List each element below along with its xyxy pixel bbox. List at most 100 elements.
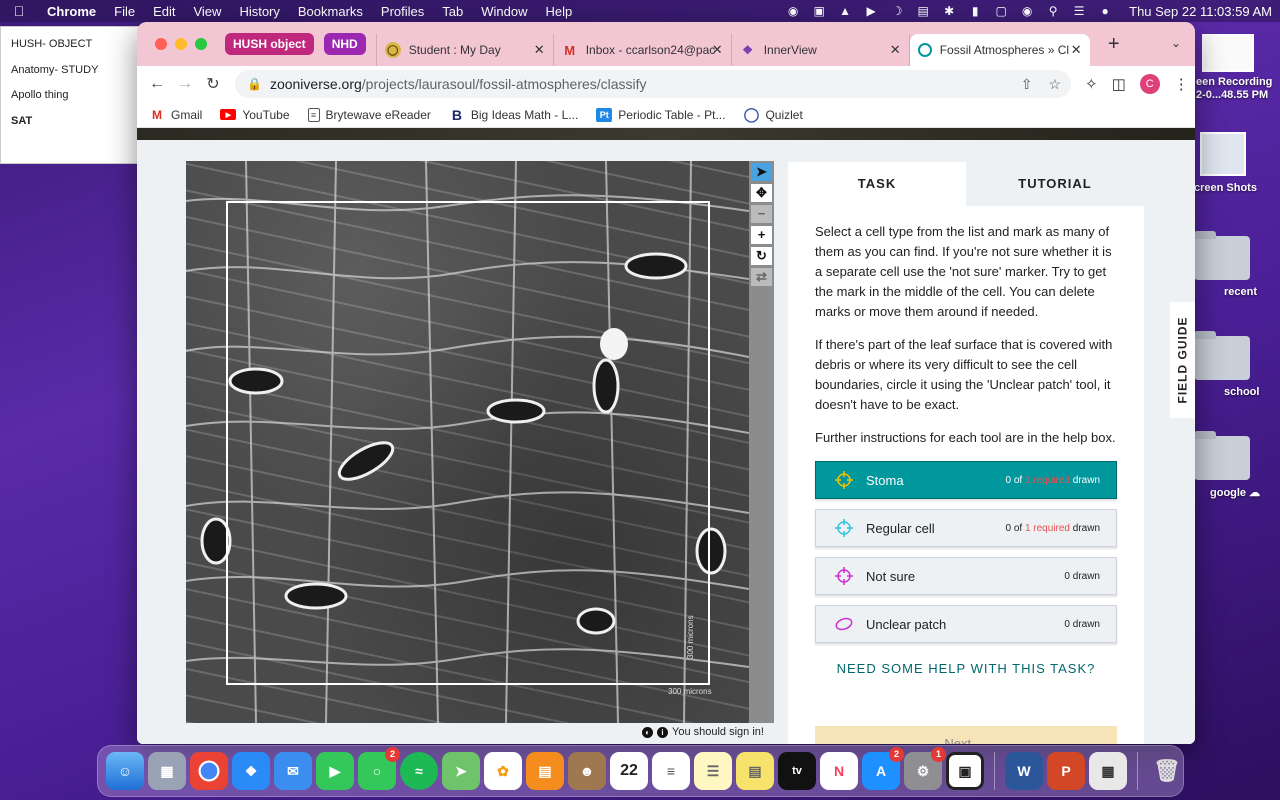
- status-calendar-icon[interactable]: ▤: [915, 4, 931, 18]
- bookmark-periodic-table[interactable]: Pt Periodic Table - Pt...: [596, 107, 725, 122]
- extensions-puzzle-icon[interactable]: ✧: [1085, 75, 1098, 93]
- close-icon[interactable]: ✕: [534, 42, 545, 58]
- reset-view-icon[interactable]: ⇄: [751, 268, 772, 286]
- powerpoint-icon[interactable]: P: [1047, 752, 1085, 790]
- reload-icon[interactable]: ↻: [199, 74, 227, 94]
- word-icon[interactable]: W: [1005, 752, 1043, 790]
- tab-group-nhd[interactable]: NHD: [323, 33, 366, 55]
- facetime-icon[interactable]: ▶: [316, 752, 354, 790]
- chrome-menu-icon[interactable]: ⋮: [1174, 75, 1189, 93]
- control-center-icon[interactable]: ☰: [1071, 4, 1087, 18]
- bookmark-youtube[interactable]: ▶ YouTube: [220, 108, 290, 122]
- status-5-icon[interactable]: ▣: [811, 4, 827, 18]
- system-preferences-icon[interactable]: ⚙ 1: [904, 747, 946, 790]
- status-a-icon[interactable]: ▲: [837, 4, 853, 18]
- zoom-in-icon[interactable]: +: [751, 226, 772, 244]
- menu-help[interactable]: Help: [537, 4, 582, 19]
- address-bar[interactable]: 🔒 zooniverse.org/projects/laurasoul/foss…: [235, 70, 1071, 98]
- zoom-window-button[interactable]: [195, 38, 207, 50]
- spotify-icon[interactable]: ≈: [400, 752, 438, 790]
- tool-regular-cell[interactable]: Regular cell 0 of 1 required drawn: [815, 509, 1117, 547]
- messages-icon[interactable]: ○ 2: [358, 747, 400, 790]
- tool-stoma[interactable]: Stoma 0 of 1 required drawn: [815, 461, 1117, 499]
- calendar-icon[interactable]: 22: [610, 752, 648, 790]
- side-panel-icon[interactable]: ◫: [1112, 75, 1126, 93]
- menu-app-name[interactable]: Chrome: [38, 4, 105, 19]
- forward-arrow-icon[interactable]: →: [171, 75, 199, 93]
- next-button[interactable]: Next →: [815, 726, 1117, 744]
- tab-group-hush[interactable]: HUSH object: [225, 33, 314, 55]
- books-icon[interactable]: ▤: [526, 752, 564, 790]
- notes-icon[interactable]: ☰: [694, 752, 732, 790]
- maps-icon[interactable]: ➤: [442, 752, 480, 790]
- tool-not-sure[interactable]: Not sure 0 drawn: [815, 557, 1117, 595]
- spotlight-search-icon[interactable]: ⚲: [1045, 4, 1061, 18]
- menu-view[interactable]: View: [184, 4, 230, 19]
- contacts-icon[interactable]: ☻: [568, 752, 606, 790]
- mail-icon[interactable]: ✉: [274, 752, 312, 790]
- sticky-note[interactable]: HUSH- OBJECT Anatomy- STUDY Apollo thing…: [0, 26, 140, 164]
- tab-tutorial[interactable]: TUTORIAL: [966, 162, 1144, 206]
- launchpad-icon[interactable]: ▦: [148, 752, 186, 790]
- tab-student-my-day[interactable]: ◯ Student : My Day ✕: [375, 34, 554, 66]
- info-icon[interactable]: i: [657, 726, 668, 738]
- menu-window[interactable]: Window: [472, 4, 536, 19]
- apple-tv-icon[interactable]: tv: [778, 752, 816, 790]
- menu-tab[interactable]: Tab: [433, 4, 472, 19]
- profile-avatar[interactable]: C: [1139, 74, 1160, 94]
- status-app-icon[interactable]: ◉: [785, 4, 801, 18]
- tab-fossil-atmospheres[interactable]: Fossil Atmospheres » Cl ✕: [909, 34, 1090, 66]
- invert-contrast-icon[interactable]: ◐: [642, 726, 653, 738]
- tab-gmail-inbox[interactable]: M Inbox - ccarlson24@pac ✕: [554, 34, 732, 66]
- close-icon[interactable]: ✕: [712, 42, 723, 58]
- preview-icon[interactable]: ▦: [1089, 752, 1127, 790]
- bookmark-brytewave[interactable]: ≡ Brytewave eReader: [307, 107, 431, 122]
- wifi-icon[interactable]: ◉: [1019, 4, 1035, 18]
- tool-unclear-patch[interactable]: Unclear patch 0 drawn: [815, 605, 1117, 643]
- status-play-icon[interactable]: ▶: [863, 4, 879, 18]
- minimize-window-button[interactable]: [175, 38, 187, 50]
- photos-icon[interactable]: ✿: [484, 752, 522, 790]
- help-link[interactable]: NEED SOME HELP WITH THIS TASK?: [788, 661, 1144, 676]
- desktop-folder-recent[interactable]: recent: [1194, 231, 1257, 298]
- battery-icon[interactable]: ▮: [967, 4, 983, 18]
- desktop-screen-recording[interactable]: een Recording 2-0...48.55 PM: [1196, 34, 1280, 102]
- zoom-out-icon[interactable]: −: [751, 205, 772, 223]
- app-store-icon[interactable]: A2: [862, 747, 904, 790]
- back-arrow-icon[interactable]: ←: [143, 75, 171, 93]
- subject-image[interactable]: 300 microns 300 microns: [186, 161, 749, 723]
- rotate-icon[interactable]: ↻: [751, 247, 772, 265]
- menu-profiles[interactable]: Profiles: [372, 4, 433, 19]
- desktop-folder-school[interactable]: school: [1194, 331, 1259, 398]
- desktop-screen-shots[interactable]: creen Shots: [1194, 132, 1280, 194]
- screen-mirror-icon[interactable]: ▢: [993, 4, 1009, 18]
- tab-task[interactable]: TASK: [788, 162, 966, 206]
- close-icon[interactable]: ✕: [890, 42, 901, 58]
- finder-icon[interactable]: ☺: [106, 752, 144, 790]
- news-icon[interactable]: N: [820, 752, 858, 790]
- bookmark-quizlet[interactable]: ◯ Quizlet: [743, 106, 803, 122]
- stickies-icon[interactable]: ▤: [736, 752, 774, 790]
- pan-move-icon[interactable]: ✥: [751, 184, 772, 202]
- bookmark-star-icon[interactable]: ☆: [1048, 76, 1061, 93]
- share-icon[interactable]: ⇧: [1021, 76, 1033, 93]
- close-icon[interactable]: ✕: [1071, 42, 1082, 58]
- trash-icon[interactable]: 🗑: [1148, 752, 1186, 790]
- bluetooth-icon[interactable]: ✱: [941, 4, 957, 18]
- safari-icon[interactable]: ❖: [232, 752, 270, 790]
- close-window-button[interactable]: [155, 38, 167, 50]
- desktop-folder-google[interactable]: google ☁: [1194, 431, 1260, 499]
- bookmark-big-ideas-math[interactable]: B Big Ideas Math - L...: [449, 107, 578, 123]
- pointer-tool-icon[interactable]: ➤: [751, 163, 772, 181]
- focus-moon-icon[interactable]: ☽: [889, 4, 905, 18]
- window-app-icon[interactable]: ▣: [946, 752, 984, 790]
- siri-icon[interactable]: ●: [1097, 4, 1113, 18]
- menu-bookmarks[interactable]: Bookmarks: [289, 4, 372, 19]
- reminders-icon[interactable]: ≡: [652, 752, 690, 790]
- bookmark-gmail[interactable]: M Gmail: [149, 108, 202, 122]
- menu-history[interactable]: History: [230, 4, 288, 19]
- tab-innerview[interactable]: ❖ InnerView ✕: [732, 34, 910, 66]
- tab-search-chevron-icon[interactable]: ⌄: [1171, 36, 1181, 50]
- apple-icon[interactable]: : [0, 3, 38, 19]
- lock-icon[interactable]: 🔒: [247, 77, 262, 91]
